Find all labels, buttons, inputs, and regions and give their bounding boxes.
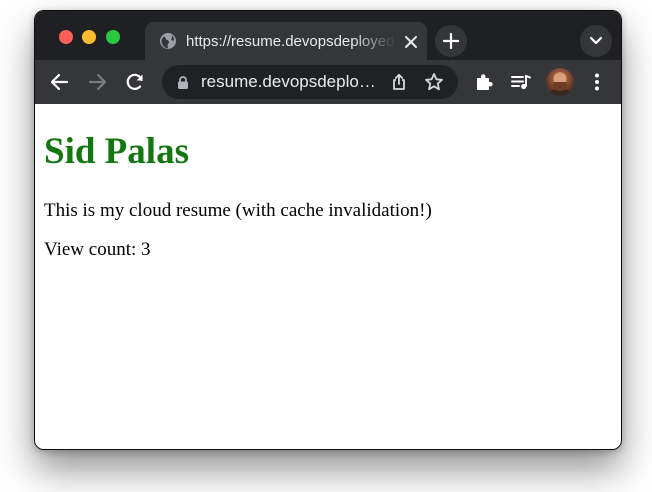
star-icon[interactable] — [424, 72, 444, 92]
page-title: Sid Palas — [44, 131, 189, 172]
new-tab-button[interactable] — [435, 25, 467, 57]
page-content: Sid Palas This is my cloud resume (with … — [35, 104, 621, 449]
view-count: View count: 3 — [44, 239, 151, 260]
share-icon[interactable] — [390, 73, 408, 91]
minimize-window-button[interactable] — [82, 30, 96, 44]
avatar[interactable] — [546, 68, 574, 96]
browser-titlebar: https://resume.devopsdeployed.com — [35, 11, 621, 60]
globe-icon — [159, 32, 177, 50]
address-bar[interactable]: resume.devopsdeplo… — [162, 65, 458, 99]
forward-arrow-icon[interactable] — [86, 71, 108, 93]
menu-kebab-icon[interactable] — [586, 71, 608, 93]
avatar-beard — [553, 82, 567, 91]
close-window-button[interactable] — [59, 30, 73, 44]
browser-window: https://resume.devopsdeployed.com — [34, 10, 622, 450]
lock-icon[interactable] — [177, 76, 189, 89]
extensions-puzzle-icon[interactable] — [473, 71, 495, 93]
browser-toolbar: resume.devopsdeplo… — [35, 60, 621, 104]
media-queue-icon[interactable] — [510, 71, 532, 93]
reload-icon[interactable] — [124, 71, 146, 93]
browser-tab-active[interactable]: https://resume.devopsdeployed.com — [145, 22, 427, 60]
back-arrow-icon[interactable] — [49, 71, 71, 93]
address-url[interactable]: resume.devopsdeplo… — [201, 72, 391, 92]
tab-title: https://resume.devopsdeployed.com — [186, 33, 395, 50]
zoom-window-button[interactable] — [106, 30, 120, 44]
close-icon[interactable] — [404, 35, 418, 49]
screenshot-canvas: https://resume.devopsdeployed.com — [0, 0, 652, 492]
resume-description: This is my cloud resume (with cache inva… — [44, 200, 432, 221]
tab-search-button[interactable] — [580, 25, 612, 57]
